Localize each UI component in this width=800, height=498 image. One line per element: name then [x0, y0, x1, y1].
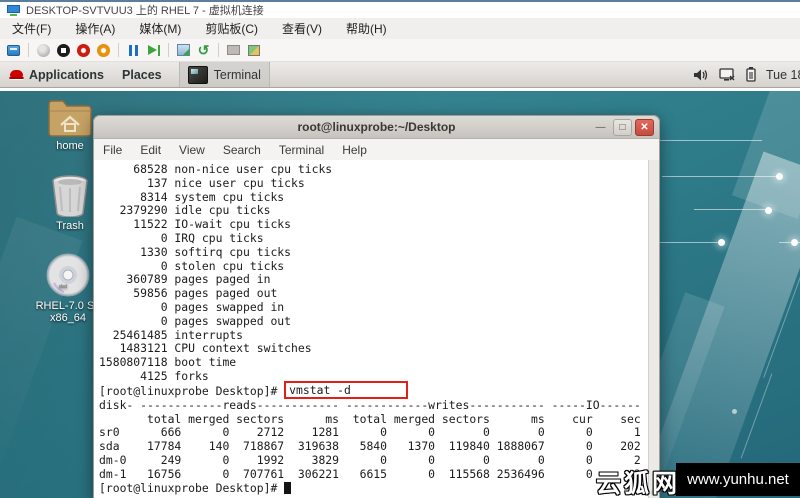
ctrl-alt-del-icon[interactable] — [6, 43, 21, 58]
shut-down-vm-icon[interactable] — [76, 43, 91, 58]
terminal-titlebar[interactable]: root@linuxprobe:~/Desktop ― □ ✕ — [93, 115, 660, 139]
toolbar-separator — [118, 43, 119, 57]
wallpaper-line — [694, 209, 772, 210]
terminal-title: root@linuxprobe:~/Desktop — [94, 120, 659, 134]
panel-clock[interactable]: Tue 18 — [766, 68, 800, 82]
terminal-app-icon — [188, 66, 208, 84]
watermark-url-badge: www.yunhu.net — [676, 463, 800, 496]
current-prompt-line: [root@linuxprobe Desktop]# — [99, 482, 645, 496]
vm-menu-help[interactable]: 帮助(H) — [334, 20, 399, 37]
toolbar-separator — [28, 43, 29, 57]
wallpaper-dot — [776, 173, 783, 180]
maximize-button[interactable]: □ — [613, 119, 632, 136]
checkpoint-icon[interactable] — [176, 43, 191, 58]
vm-menubar: 文件(F) 操作(A) 媒体(M) 剪贴板(C) 查看(V) 帮助(H) — [0, 18, 800, 39]
wallpaper-line — [648, 140, 762, 141]
volume-icon[interactable] — [694, 68, 709, 82]
terminal-menu-search[interactable]: Search — [214, 143, 270, 157]
wallpaper-line — [763, 274, 800, 378]
places-label: Places — [122, 68, 162, 82]
shell-prompt: [root@linuxprobe Desktop]# — [99, 384, 284, 398]
taskbar-terminal-button[interactable]: Terminal — [179, 62, 270, 87]
terminal-menu-edit[interactable]: Edit — [131, 143, 170, 157]
vmstat-s-output: 68528 non-nice user cpu ticks 137 nice u… — [99, 163, 645, 384]
reset-vm-icon[interactable] — [146, 43, 161, 58]
terminal-menu-file[interactable]: File — [94, 143, 131, 157]
terminal-menu-view[interactable]: View — [170, 143, 214, 157]
vm-menu-file[interactable]: 文件(F) — [0, 20, 63, 37]
toolbar-separator — [218, 43, 219, 57]
terminal-scrollbar[interactable] — [648, 160, 659, 498]
vm-toolbar: ↺ — [0, 39, 800, 62]
vmstat-d-output: disk- ------------reads------------ ----… — [99, 399, 645, 482]
minimize-button[interactable]: ― — [591, 119, 610, 136]
wallpaper-stripe — [637, 152, 800, 498]
wallpaper-dot — [732, 409, 737, 414]
applications-label: Applications — [29, 68, 104, 82]
terminal-window: root@linuxprobe:~/Desktop ― □ ✕ File Edi… — [93, 115, 660, 498]
wallpaper-dot — [765, 207, 772, 214]
terminal-menu-help[interactable]: Help — [333, 143, 376, 157]
watermark-url: www.yunhu.net — [687, 471, 789, 488]
start-vm-icon[interactable] — [36, 43, 51, 58]
terminal-menu-terminal[interactable]: Terminal — [270, 143, 333, 157]
save-vm-icon[interactable] — [96, 43, 111, 58]
places-menu[interactable]: Places — [113, 62, 171, 87]
pause-vm-icon[interactable] — [126, 43, 141, 58]
vmstat-command: vmstat -d — [289, 383, 351, 397]
vm-settings-icon[interactable] — [246, 43, 261, 58]
vm-window-title: DESKTOP-SVTVUU3 上的 RHEL 7 - 虚拟机连接 — [26, 2, 264, 18]
watermark-site-name: 云狐网 — [596, 464, 680, 498]
redhat-icon — [9, 70, 24, 80]
terminal-menubar: File Edit View Search Terminal Help — [93, 139, 660, 160]
highlight-box: vmstat -d — [284, 381, 408, 399]
wallpaper-line — [779, 242, 800, 243]
wallpaper-dot — [718, 239, 725, 246]
close-button[interactable]: ✕ — [635, 119, 654, 136]
turn-off-vm-icon[interactable] — [56, 43, 71, 58]
desktop: home Trash dvd RHEL-7.0 Se x86_64 root@l… — [0, 91, 800, 498]
gnome-top-panel: Applications Places Terminal Tue 18 — [0, 62, 800, 88]
terminal-content[interactable]: 68528 non-nice user cpu ticks 137 nice u… — [93, 160, 660, 498]
vm-menu-media[interactable]: 媒体(M) — [127, 20, 193, 37]
enhanced-session-icon[interactable] — [226, 43, 241, 58]
taskbar-terminal-label: Terminal — [214, 68, 261, 82]
vm-titlebar: DESKTOP-SVTVUU3 上的 RHEL 7 - 虚拟机连接 — [0, 2, 800, 18]
vm-menu-action[interactable]: 操作(A) — [63, 20, 127, 37]
wallpaper-line — [741, 374, 773, 459]
vm-connection-window: DESKTOP-SVTVUU3 上的 RHEL 7 - 虚拟机连接 文件(F) … — [0, 0, 800, 498]
vm-menu-view[interactable]: 查看(V) — [270, 20, 334, 37]
vm-menu-clipboard[interactable]: 剪贴板(C) — [193, 20, 270, 37]
toolbar-separator — [168, 43, 169, 57]
wallpaper-stripe — [732, 91, 800, 219]
wallpaper-line — [650, 242, 724, 243]
display-icon[interactable] — [719, 68, 736, 82]
applications-menu[interactable]: Applications — [0, 62, 113, 87]
shell-prompt: [root@linuxprobe Desktop]# — [99, 481, 284, 495]
svg-text:dvd: dvd — [59, 284, 67, 290]
wallpaper-line — [662, 176, 782, 177]
battery-icon[interactable] — [746, 67, 756, 82]
wallpaper-dot — [791, 239, 798, 246]
revert-icon[interactable]: ↺ — [196, 43, 211, 58]
hyperv-window-icon — [7, 5, 20, 16]
terminal-cursor — [284, 482, 291, 494]
command-prompt-line: [root@linuxprobe Desktop]# vmstat -d — [99, 384, 645, 399]
